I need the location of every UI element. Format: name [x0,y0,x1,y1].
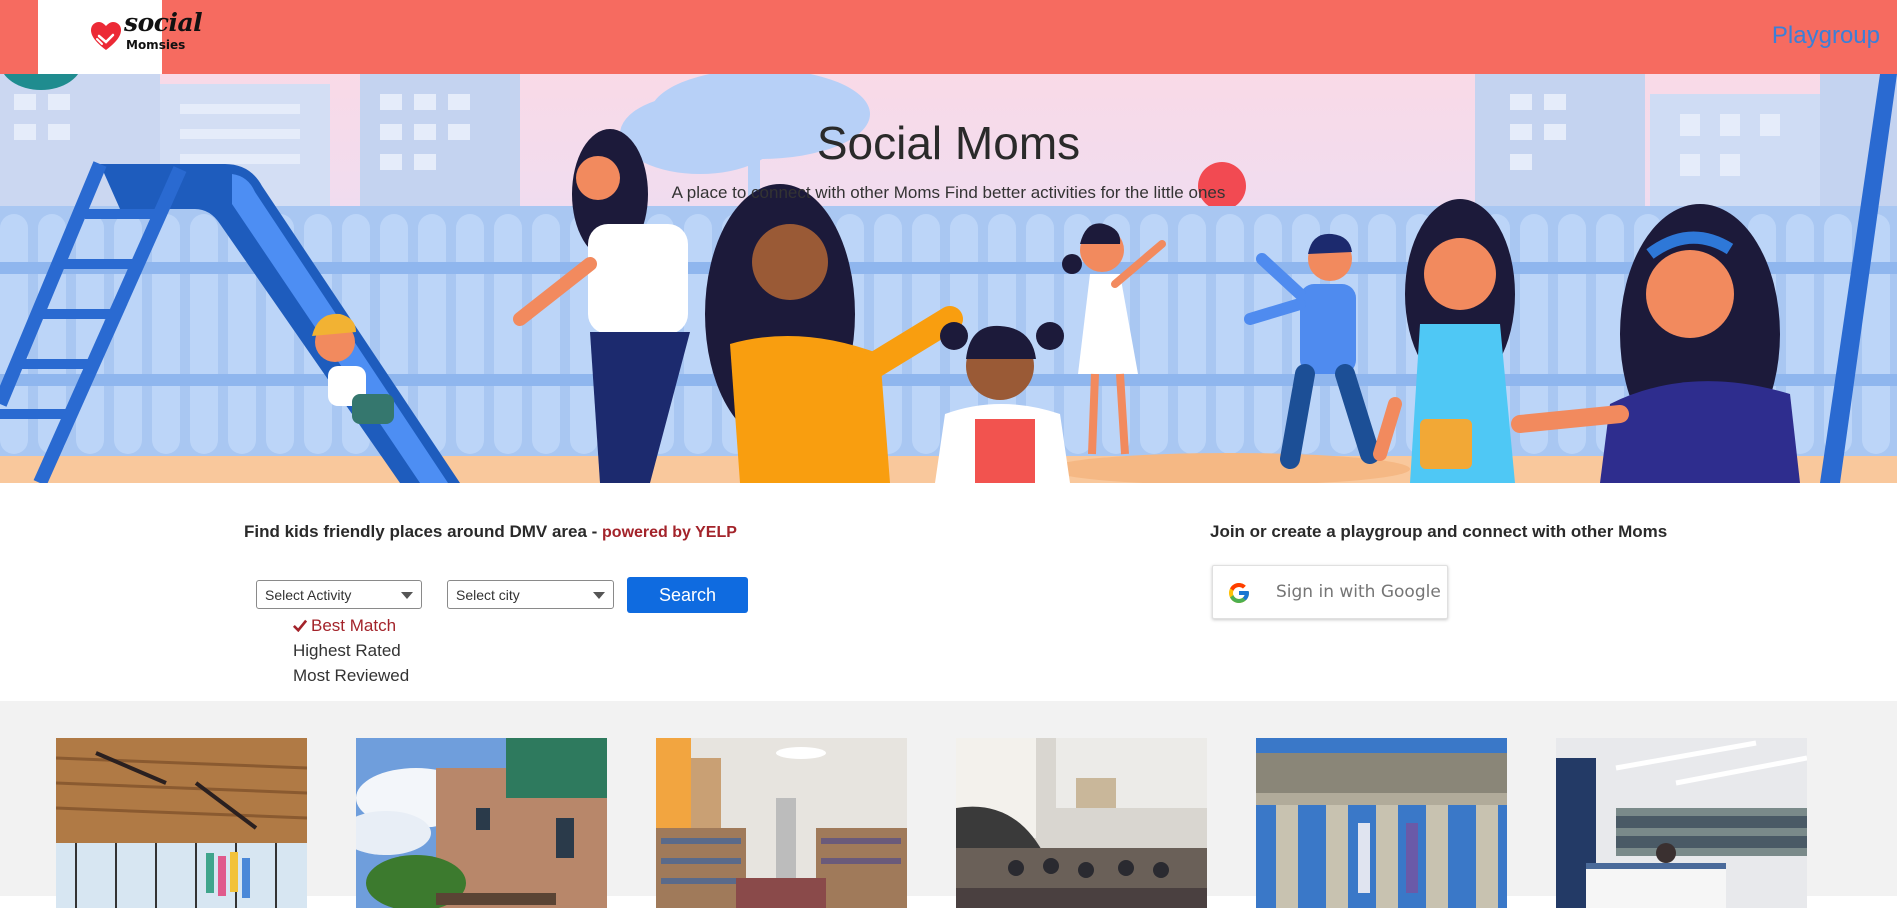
hero-banner: Social Moms A place to connect with othe… [0,74,1897,483]
result-card-image [56,738,307,908]
sort-option-label: Highest Rated [293,641,401,660]
result-card-image [1256,738,1507,908]
activity-select-value: Select Activity [265,587,352,603]
sort-option-label: Most Reviewed [293,666,410,685]
result-card-image [356,738,607,908]
checkmark-icon [293,619,307,632]
brand-logo[interactable]: social Momsies [38,0,203,74]
nav-link-playgroup[interactable]: Playgroup [1772,22,1880,50]
result-card[interactable] [56,738,307,908]
google-icon [1229,583,1249,603]
city-select[interactable]: Select city [447,580,614,609]
google-sign-in-button[interactable]: Sign in with Google [1212,565,1448,619]
hero-title: Social Moms [816,117,1081,169]
search-heading: Find kids friendly places around DMV are… [244,522,737,542]
sort-option-label: Best Match [311,616,397,635]
powered-by-yelp[interactable]: powered by YELP [602,524,737,541]
playgroup-heading: Join or create a playgroup and connect w… [1210,522,1668,541]
result-card[interactable] [1256,738,1507,908]
chevron-down-icon [593,592,605,599]
decorative-circle [0,74,90,90]
result-card[interactable] [656,738,907,908]
search-button[interactable]: Search [627,577,748,613]
sort-option-most-reviewed[interactable]: Most Reviewed [293,664,409,689]
chevron-down-icon [401,592,413,599]
logo-text-social: social [124,8,203,37]
result-card-image [956,738,1207,908]
result-card[interactable] [1556,738,1807,908]
sort-option-highest-rated[interactable]: Highest Rated [293,639,409,664]
result-card-image [1556,738,1807,908]
hero-subtitle: A place to connect with other Moms Find … [671,183,1226,202]
logo-text-momsies: Momsies [126,38,186,52]
google-sign-in-label: Sign in with Google [1276,582,1441,602]
result-card[interactable] [956,738,1207,908]
result-card-image [656,738,907,908]
result-card[interactable] [356,738,607,908]
search-heading-text: Find kids friendly places around DMV are… [244,522,603,541]
heart-hands-icon [91,22,121,50]
top-navbar: social Momsies Playgroup [0,0,1897,74]
city-select-value: Select city [456,587,520,603]
activity-select[interactable]: Select Activity [256,580,422,609]
sort-options: Best Match Highest Rated Most Reviewed [293,614,409,689]
sort-option-best-match[interactable]: Best Match [293,614,409,639]
